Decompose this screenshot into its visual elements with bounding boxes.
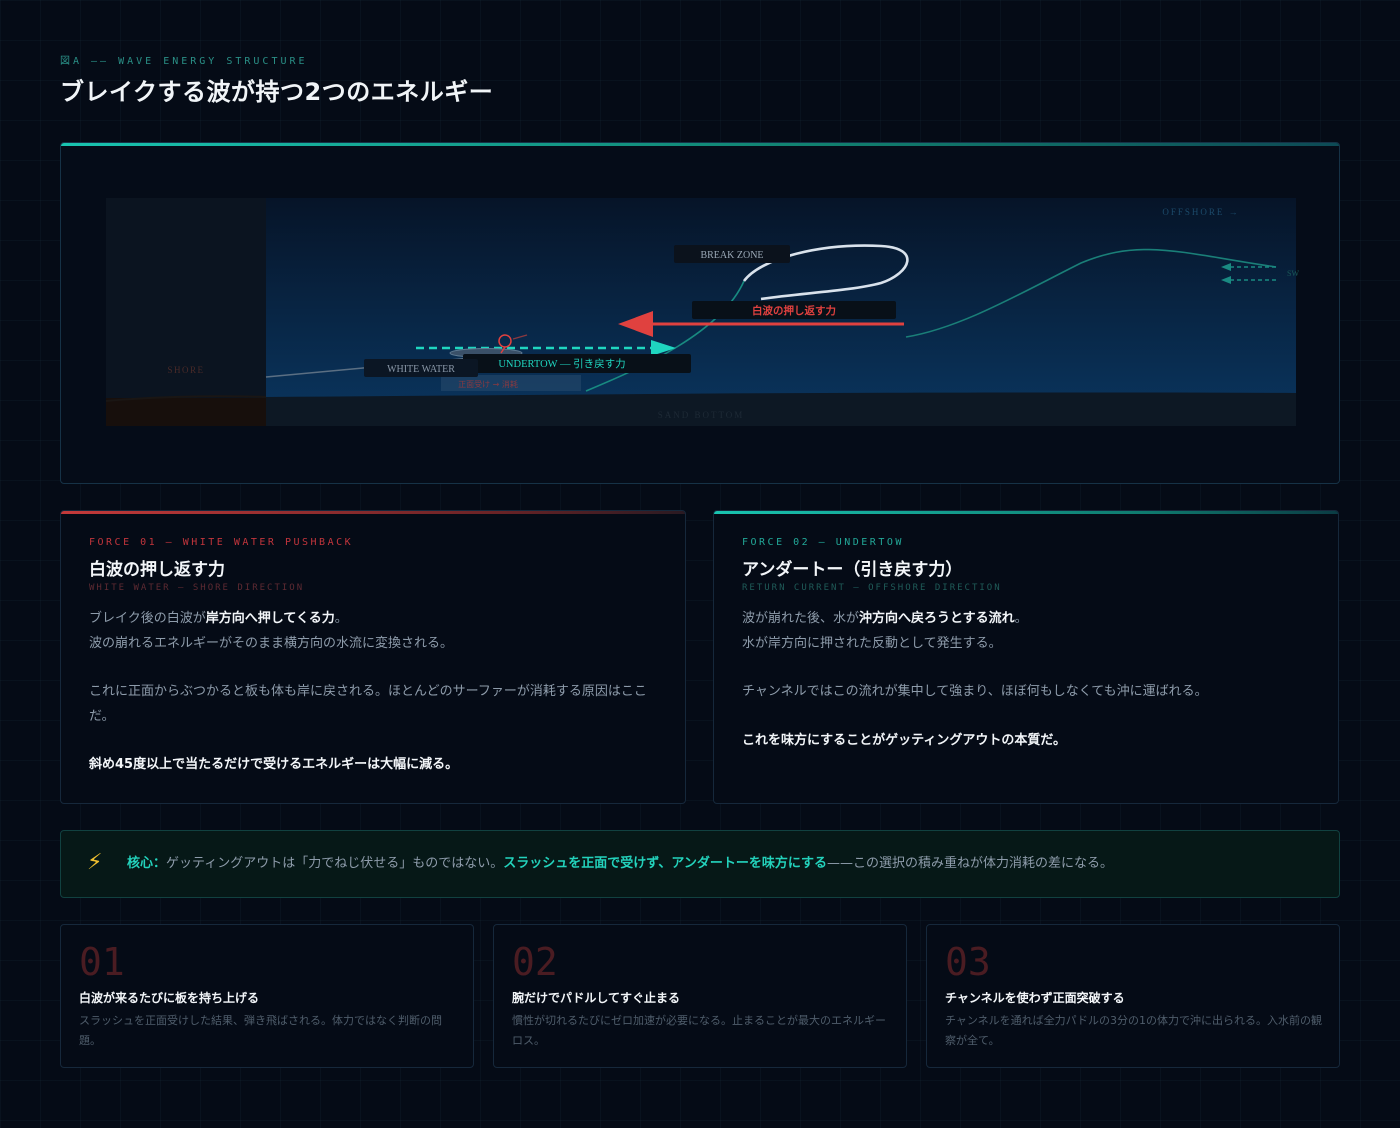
page-title: ブレイクする波が持つ2つのエネルギー [60,78,494,106]
break-zone-label: BREAK ZONE [700,250,763,261]
core-text-2: ——この選択の積み重ねが体力消耗の差になる。 [826,856,1113,871]
head-on-label: 正面受け → 消耗 [458,379,518,389]
mistake-number: 03 [945,940,991,984]
mistake-card-01: 01 白波が来るたびに板を持ち上げる スラッシュを正面受けした結果、弾き飛ばされ… [60,924,474,1068]
force-01-paragraph-2: これに正面からぶつかると板も体も岸に戻される。ほとんどのサーファーが消耗する原因… [89,684,647,724]
mistake-card-02: 02 腕だけでパドルしてすぐ止まる 慣性が切れるたびにゼロ加速が必要になる。止ま… [493,924,907,1068]
mistake-number: 02 [512,940,558,984]
shore-area [106,198,266,426]
mistake-description: チャンネルを通れば全力パドルの3分の1の体力で沖に出られる。入水前の観察が全て。 [945,1014,1322,1047]
force-01-tag: FORCE 01 — WHITE WATER PUSHBACK [89,537,354,548]
shore-label: SHORE [167,365,204,375]
mistake-card-03: 03 チャンネルを使わず正面突破する チャンネルを通れば全力パドルの3分の1の体… [926,924,1340,1068]
force-01-p1-line2: 波の崩れるエネルギーがそのまま横方向の水流に変換される。 [89,635,454,651]
mistake-title: チャンネルを使わず正面突破する [945,991,1125,1005]
mistake-description: 慣性が切れるたびにゼロ加速が必要になる。止まることが最大のエネルギーロス。 [512,1014,886,1047]
figure-eyebrow: 図A —— WAVE ENERGY STRUCTURE [60,56,308,67]
offshore-label: OFFSHORE → [1162,207,1239,217]
force-01-body: ブレイク後の白波が岸方向へ押してくる力。 波の崩れるエネルギーがそのまま横方向の… [89,607,659,802]
force-02-p1-post: 。 [1014,611,1028,626]
force-01-p1-bold: 岸方向へ押してくる力 [205,611,335,626]
mistake-description: スラッシュを正面受けした結果、弾き飛ばされる。体力ではなく判断の問題。 [79,1014,442,1047]
force-02-card: FORCE 02 — UNDERTOW アンダートー（引き戻す力） RETURN… [713,510,1339,804]
force-02-p1-bold: 沖方向へ戻ろうとする流れ [859,611,1015,626]
force-02-paragraph-3: これを味方にすることがゲッティングアウトの本質だ。 [742,732,1066,748]
force-01-card: FORCE 01 — WHITE WATER PUSHBACK 白波の押し返す力… [60,510,686,804]
mistake-number: 01 [79,940,125,984]
mistake-title: 腕だけでパドルしてすぐ止まる [512,991,681,1005]
core-highlight: スラッシュを正面で受けず、アンダートーを味方にする [503,856,827,871]
core-text: 核心：ゲッティングアウトは「力でねじ伏せる」ものではない。スラッシュを正面で受け… [127,853,1113,875]
force-02-paragraph-2: チャンネルではこの流れが集中して強まり、ほぼ何もしなくても沖に運ばれる。 [742,684,1208,699]
force-02-p1-pre: 波が崩れた後、水が [742,611,860,626]
mistake-title: 白波が来るたびに板を持ち上げる [79,991,260,1005]
force-02-title: アンダートー（引き戻す力） [742,560,963,580]
force-02-tag: FORCE 02 — UNDERTOW [742,537,904,548]
core-text-1: ゲッティングアウトは「力でねじ伏せる」ものではない。 [166,856,504,871]
sand-bottom [266,392,1296,426]
force-01-subtitle: WHITE WATER — SHORE DIRECTION [89,583,305,593]
white-water-label: WHITE WATER [387,364,455,375]
force-01-title: 白波の押し返す力 [89,560,225,580]
force-02-subtitle: RETURN CURRENT — OFFSHORE DIRECTION [742,583,1002,593]
force-01-paragraph-3: 斜め45度以上で当たるだけで受けるエネルギーは大幅に減る。 [89,757,459,772]
force-02-body: 波が崩れた後、水が沖方向へ戻ろうとする流れ。 水が岸方向に押された反動として発生… [742,607,1312,777]
shore-sand [106,398,266,426]
undertow-label: UNDERTOW — 引き戻す力 [498,357,625,370]
lightning-icon: ⚡ [87,850,103,875]
force-01-paragraph-1: ブレイク後の白波が岸方向へ押してくる力。 波の崩れるエネルギーがそのまま横方向の… [89,607,659,656]
wave-diagram: BREAK ZONE 白波の押し返す力 UNDERTOW — 引き戻す力 WHI… [105,198,1299,426]
sand-bottom-label: SAND BOTTOM [658,410,745,420]
wave-diagram-panel: BREAK ZONE 白波の押し返す力 UNDERTOW — 引き戻す力 WHI… [60,142,1340,484]
force-01-p1-post: 。 [334,611,348,626]
core-callout: ⚡ 核心：ゲッティングアウトは「力でねじ伏せる」ものではない。スラッシュを正面で… [60,830,1340,898]
force-02-p1-line2: 水が岸方向に押された反動として発生する。 [742,635,1002,651]
core-label: 核心： [127,856,167,871]
edge-fragment-label: SW [1287,269,1299,278]
pushback-label: 白波の押し返す力 [752,304,836,317]
force-02-paragraph-1: 波が崩れた後、水が沖方向へ戻ろうとする流れ。 水が岸方向に押された反動として発生… [742,607,1312,656]
force-01-p1-pre: ブレイク後の白波が [89,611,206,626]
